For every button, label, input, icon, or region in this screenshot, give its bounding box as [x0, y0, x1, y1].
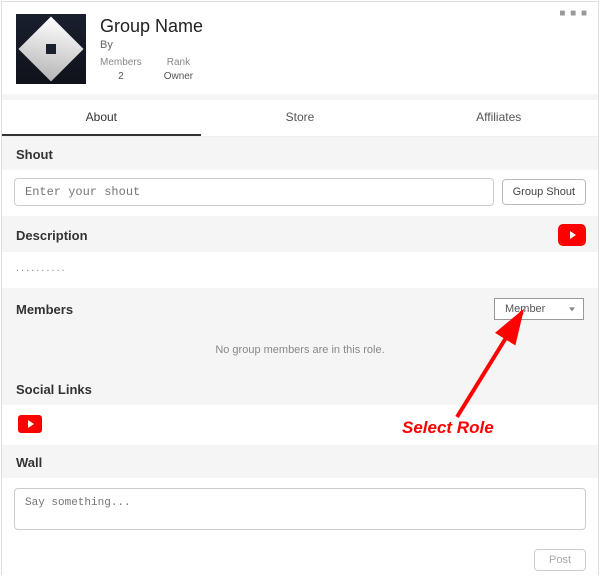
social-link-pill[interactable]: [50, 415, 98, 433]
members-section-label: Members: [16, 302, 73, 317]
post-button[interactable]: Post: [534, 549, 586, 571]
shout-input[interactable]: [14, 178, 494, 206]
description-text: ..........: [2, 252, 598, 288]
group-title: Group Name: [100, 16, 203, 37]
group-avatar[interactable]: [16, 14, 86, 84]
wall-input[interactable]: [14, 488, 586, 530]
tab-affiliates[interactable]: Affiliates: [399, 100, 598, 136]
group-info: Group Name By Members 2 Rank Owner: [100, 14, 203, 82]
group-shout-button[interactable]: Group Shout: [502, 179, 586, 205]
rank-label: Rank: [164, 57, 193, 68]
description-label: Description: [2, 216, 598, 252]
tab-store[interactable]: Store: [201, 100, 400, 136]
social-links-label: Social Links: [2, 372, 598, 405]
shout-label: Shout: [2, 137, 598, 170]
rank-value: Owner: [164, 71, 193, 82]
youtube-link-icon[interactable]: [18, 415, 42, 433]
group-header: Group Name By Members 2 Rank Owner: [2, 2, 598, 94]
description-label-text: Description: [16, 228, 88, 243]
overflow-menu-icon[interactable]: ■ ■ ■: [559, 8, 588, 19]
tab-about[interactable]: About: [2, 100, 201, 136]
annotation-text: Select Role: [402, 418, 494, 438]
youtube-icon[interactable]: [560, 226, 584, 244]
members-label: Members: [100, 57, 142, 68]
members-value: 2: [100, 71, 142, 82]
wall-label: Wall: [2, 445, 598, 478]
role-selected: Member: [505, 303, 545, 315]
tabs: About Store Affiliates: [2, 100, 598, 137]
members-empty-text: No group members are in this role.: [2, 330, 598, 372]
role-dropdown[interactable]: Member: [494, 298, 584, 320]
group-by-label: By: [100, 39, 203, 51]
